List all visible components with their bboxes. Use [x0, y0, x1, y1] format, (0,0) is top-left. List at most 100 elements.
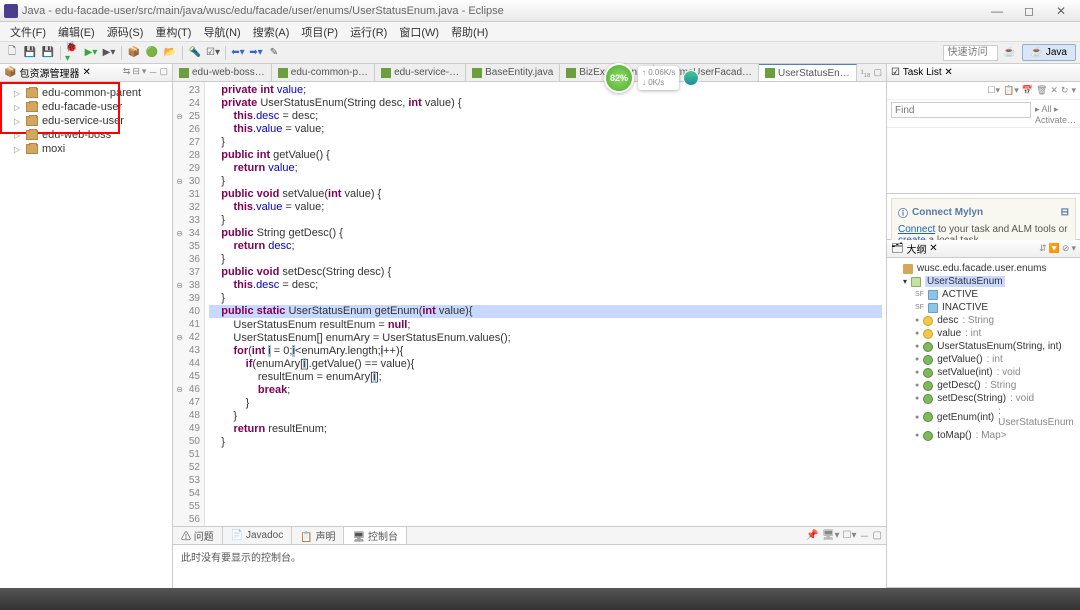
task-collapse-icon[interactable]: ✕	[1050, 85, 1058, 96]
new-button[interactable]: 🗋	[4, 45, 20, 61]
maximize-button[interactable]: ◻	[1014, 2, 1044, 20]
menu-项目(P)[interactable]: 项目(P)	[295, 24, 344, 40]
menu-文件(F)[interactable]: 文件(F)	[4, 24, 52, 40]
new-package-button[interactable]: 📦	[126, 45, 142, 61]
project-edu-common-parent[interactable]: ▷edu-common-parent	[4, 86, 168, 100]
task-find-input[interactable]	[891, 102, 1031, 118]
outline-member-UserStatusEnum(String, int)[interactable]: ● UserStatusEnum(String, int)	[891, 340, 1076, 353]
bottom-tab-Javadoc[interactable]: 📄 Javadoc	[223, 527, 292, 544]
task-new-icon[interactable]: ☐▾	[987, 85, 1000, 96]
open-console-icon[interactable]: ☐▾	[843, 530, 857, 541]
outline-package[interactable]: wusc.edu.facade.user.enums	[891, 262, 1076, 275]
menu-导航(N)[interactable]: 导航(N)	[197, 24, 246, 40]
task-filter-icon[interactable]: 🗑	[1036, 85, 1047, 96]
eclipse-icon	[4, 4, 18, 18]
outline-tree[interactable]: wusc.edu.facade.user.enums▾UserStatusEnu…	[887, 258, 1080, 446]
maximize-view-icon[interactable]: ▢	[159, 66, 168, 79]
minimize-button[interactable]: —	[982, 2, 1012, 20]
close-button[interactable]: ✕	[1046, 2, 1076, 20]
outline-sort-icon[interactable]: ⇵	[1039, 243, 1047, 254]
editor-tab-2[interactable]: edu-service-…	[375, 64, 466, 81]
minimize-view-icon[interactable]: －	[148, 66, 157, 79]
menubar: 文件(F)编辑(E)源码(S)重构(T)导航(N)搜索(A)项目(P)运行(R)…	[0, 22, 1080, 42]
task-list-icon: ☑	[891, 67, 900, 78]
task-list-tab[interactable]: ☑ Task List ✕	[887, 64, 1080, 82]
editor-tab-6[interactable]: UserStatusEn…	[759, 64, 857, 81]
info-icon: ⓘ	[898, 205, 908, 220]
bottom-tab-声明[interactable]: 📋 声明	[292, 527, 344, 544]
search-button[interactable]: 🔦	[187, 45, 203, 61]
outline-member-setDesc(String)[interactable]: ● setDesc(String) : void	[891, 392, 1076, 405]
java-perspective-button[interactable]: ☕ Java	[1022, 44, 1076, 61]
pin-console-icon[interactable]: 📌	[806, 530, 818, 541]
package-explorer-tab[interactable]: 📦 包资源管理器 ✕ ⇆ ⊟ ▾ － ▢	[0, 64, 172, 82]
save-button[interactable]: 💾	[22, 45, 38, 61]
system-monitor-overlay[interactable]: 82% ↑ 0.06K/s ↓ 0K/s	[604, 63, 699, 93]
project-edu-web-boss[interactable]: ▷edu-web-boss	[4, 128, 168, 142]
menu-源码(S)[interactable]: 源码(S)	[101, 24, 150, 40]
display-console-icon[interactable]: 🖥▾	[822, 530, 840, 541]
outline-member-desc[interactable]: ● desc : String	[891, 314, 1076, 327]
outline-menu-icon[interactable]: ▾	[1071, 243, 1076, 254]
menu-编辑(E)[interactable]: 编辑(E)	[52, 24, 101, 40]
task-schedule-icon[interactable]: 📅	[1022, 85, 1033, 96]
menu-重构(T)[interactable]: 重构(T)	[149, 24, 197, 40]
last-edit-button[interactable]: ✎	[266, 45, 282, 61]
maximize-editor-icon[interactable]: ▢	[873, 67, 882, 78]
mylyn-connect-link[interactable]: Connect	[898, 224, 935, 235]
bottom-tab-问题[interactable]: ⚠ 问题	[173, 527, 223, 544]
quick-access-input[interactable]	[943, 45, 998, 61]
outline-type[interactable]: ▾UserStatusEnum	[891, 275, 1076, 288]
save-all-button[interactable]: 💾	[40, 45, 56, 61]
outline-member-toMap()[interactable]: ● toMap() : Map>	[891, 429, 1076, 442]
outline-member-getEnum(int)[interactable]: ● getEnum(int) : UserStatusEnum	[891, 405, 1076, 429]
task-menu-icon[interactable]: ▾	[1071, 85, 1076, 96]
project-edu-service-user[interactable]: ▷edu-service-user	[4, 114, 168, 128]
project-tree[interactable]: ▷edu-common-parent▷edu-facade-user▷edu-s…	[0, 82, 172, 160]
window-title: Java - edu-facade-user/src/main/java/wus…	[22, 5, 982, 17]
menu-窗口(W)[interactable]: 窗口(W)	[393, 24, 445, 40]
network-stats: ↑ 0.06K/s ↓ 0K/s	[638, 66, 679, 89]
menu-运行(R)[interactable]: 运行(R)	[344, 24, 393, 40]
outline-member-getDesc()[interactable]: ● getDesc() : String	[891, 379, 1076, 392]
outline-member-INACTIVE[interactable]: SF INACTIVE	[891, 301, 1076, 314]
package-explorer-view: 📦 包资源管理器 ✕ ⇆ ⊟ ▾ － ▢ ▷edu-common-parent▷…	[0, 64, 173, 588]
run-button[interactable]: ▶▾	[83, 45, 99, 61]
debug-button[interactable]: 🐞▾	[65, 45, 81, 61]
task-categorize-icon[interactable]: 📋▾	[1003, 85, 1019, 96]
task-sync-icon[interactable]: ↻	[1061, 85, 1069, 96]
bottom-tab-控制台[interactable]: 🖥 控制台	[344, 527, 406, 544]
view-menu-icon[interactable]: ▾	[142, 66, 147, 79]
package-explorer-icon: 📦	[4, 67, 16, 78]
outline-member-getValue()[interactable]: ● getValue() : int	[891, 353, 1076, 366]
line-gutter: 2324⊖2526272829⊖30313233⊖34353637⊖383940…	[173, 82, 205, 526]
forward-button[interactable]: ➡▾	[248, 45, 264, 61]
outline-member-value[interactable]: ● value : int	[891, 327, 1076, 340]
outline-tab[interactable]: 🗂 大纲 ✕ ⇵ 🔽 ⊘ ▾	[887, 240, 1080, 258]
min-console-icon[interactable]: －	[860, 528, 870, 543]
code-editor[interactable]: private int value; private UserStatusEnu…	[205, 82, 886, 526]
editor-tab-3[interactable]: BaseEntity.java	[466, 64, 560, 81]
project-moxi[interactable]: ▷moxi	[4, 142, 168, 156]
menu-帮助(H)[interactable]: 帮助(H)	[445, 24, 494, 40]
open-perspective-button[interactable]: ☕	[1002, 45, 1018, 61]
project-edu-facade-user[interactable]: ▷edu-facade-user	[4, 100, 168, 114]
link-editor-icon[interactable]: ⇆	[123, 66, 131, 79]
outline-filter-icon[interactable]: 🔽	[1049, 243, 1060, 254]
outline-hide-icon[interactable]: ⊘	[1062, 243, 1070, 254]
editor-tab-0[interactable]: edu-web-boss…	[173, 64, 272, 81]
open-type-button[interactable]: 📂	[162, 45, 178, 61]
max-console-icon[interactable]: ▢	[873, 530, 882, 541]
outline-member-ACTIVE[interactable]: SF ACTIVE	[891, 288, 1076, 301]
browser-badge-icon	[683, 70, 699, 86]
run-last-button[interactable]: ▶▾	[101, 45, 117, 61]
back-button[interactable]: ⬅▾	[230, 45, 246, 61]
memory-badge: 82%	[604, 63, 634, 93]
tab-overflow[interactable]: ¹₁₈	[861, 68, 871, 78]
editor-tab-1[interactable]: edu-common-p…	[272, 64, 375, 81]
toggle-search-button[interactable]: ☑▾	[205, 45, 221, 61]
collapse-all-icon[interactable]: ⊟	[132, 66, 140, 79]
menu-搜索(A)[interactable]: 搜索(A)	[247, 24, 296, 40]
new-class-button[interactable]: 🟢	[144, 45, 160, 61]
outline-member-setValue(int)[interactable]: ● setValue(int) : void	[891, 366, 1076, 379]
